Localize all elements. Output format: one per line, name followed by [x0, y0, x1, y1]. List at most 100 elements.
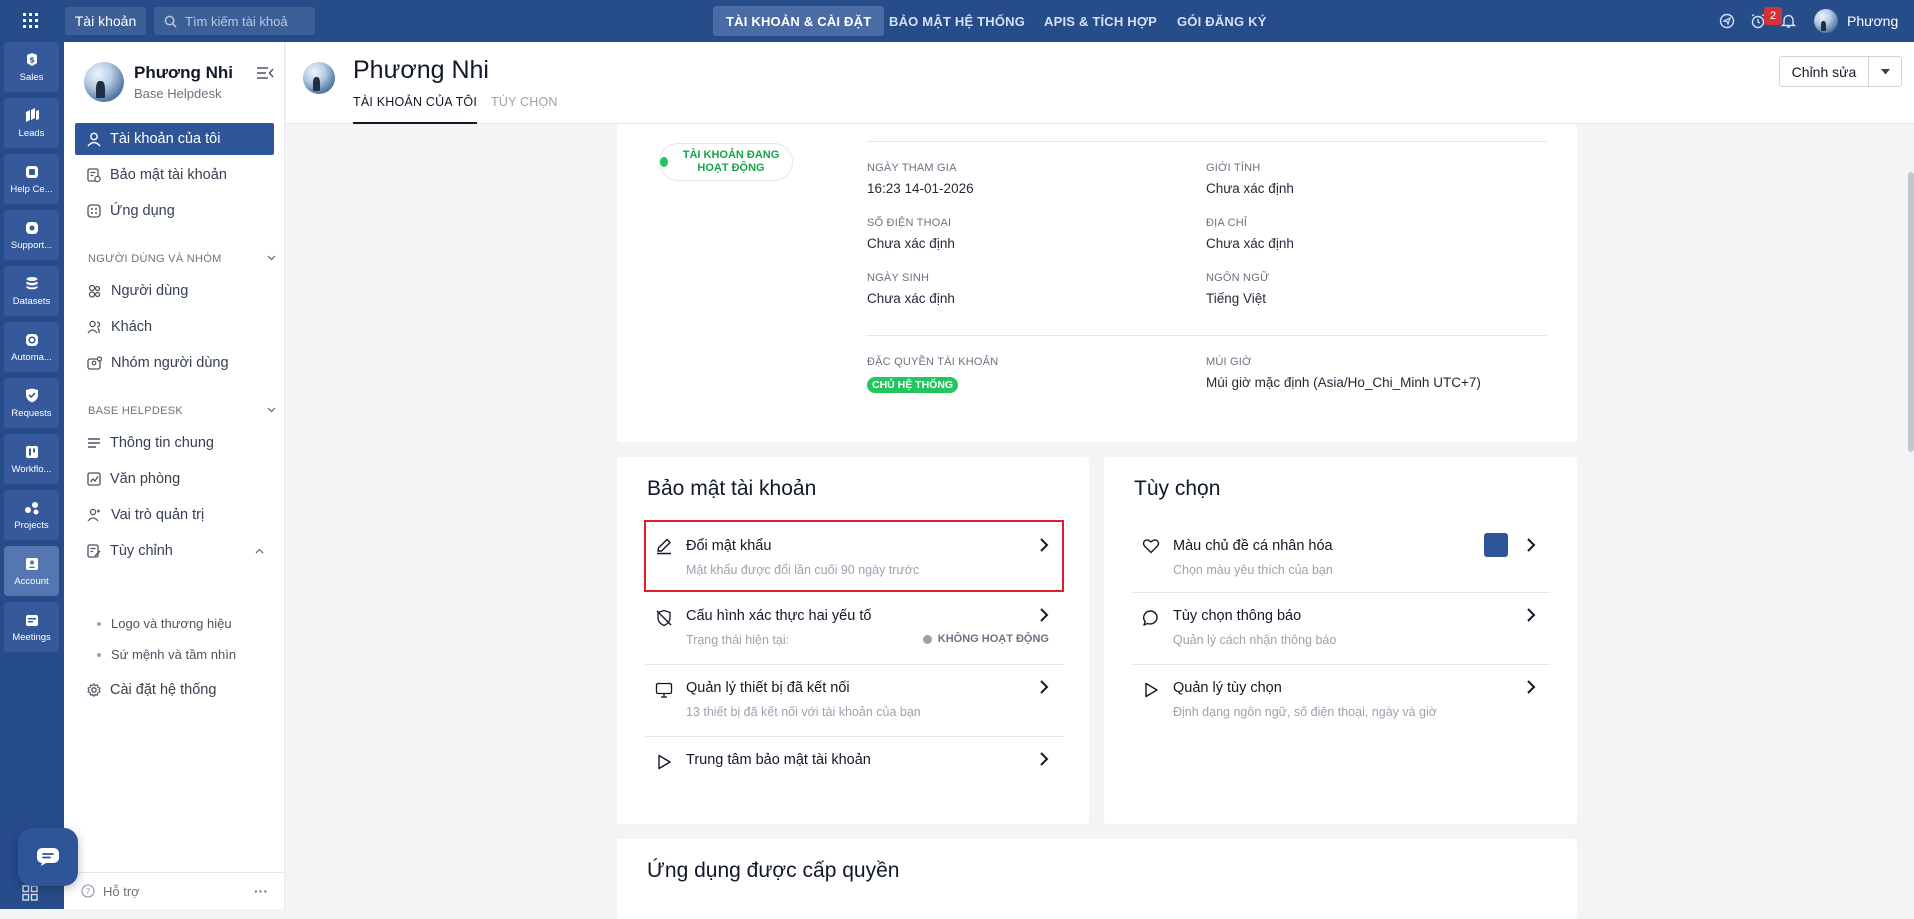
sidebar-item-users[interactable]: Người dùng [75, 275, 274, 307]
app-rail: $ Sales Leads Help Ce... Support... Data… [0, 42, 64, 909]
joined-label: NGÀY THAM GIA [867, 162, 957, 174]
authorized-apps-title: Ứng dụng được cấp quyền [647, 859, 900, 882]
scrollbar-thumb[interactable] [1908, 172, 1914, 452]
collapse-sidebar-icon[interactable] [256, 66, 276, 82]
tab-preferences[interactable]: TÙY CHỌN [491, 95, 558, 124]
settings-sidebar: Phương Nhi Base Helpdesk Tài khoản của t… [64, 42, 285, 909]
row-title: Trung tâm bảo mật tài khoản [686, 752, 871, 768]
customize-icon [87, 544, 101, 558]
nav-system-security[interactable]: BẢO MẬT HỆ THỐNG [876, 6, 1038, 36]
chevron-right-icon [1040, 608, 1049, 622]
security-card-title: Bảo mật tài khoản [647, 477, 817, 500]
two-factor-row[interactable]: Cấu hình xác thực hai yếu tố Trạng thái … [645, 593, 1063, 665]
chevron-down-icon [267, 255, 276, 261]
rail-item-support[interactable]: Support... [4, 210, 59, 260]
rail-item-help-center[interactable]: Help Ce... [4, 154, 59, 204]
page-header: Phương Nhi TÀI KHOẢN CỦA TÔI TÙY CHỌN Ch… [286, 42, 1914, 124]
sidebar-item-general-info[interactable]: Thông tin chung [75, 427, 274, 459]
meetings-icon [23, 612, 41, 628]
chevron-right-icon [1527, 538, 1536, 552]
privilege-label: ĐẶC QUYỀN TÀI KHOẢN [867, 356, 999, 368]
sidebar-item-guests[interactable]: Khách [75, 311, 274, 343]
rail-item-workflow[interactable]: Workflo... [4, 434, 59, 484]
search-box[interactable] [154, 7, 315, 35]
sidebar-item-system-settings[interactable]: Cài đặt hệ thống [75, 674, 274, 706]
tab-my-account[interactable]: TÀI KHOẢN CỦA TÔI [353, 95, 478, 124]
edit-button[interactable]: Chỉnh sửa [1780, 57, 1869, 86]
language-label: NGÔN NGỮ [1206, 272, 1270, 284]
sidebar-user-name: Phương Nhi [134, 63, 233, 82]
apps-icon [87, 204, 101, 218]
database-icon [23, 276, 41, 292]
sidebar-subitem-label: Sứ mệnh và tầm nhìn [111, 647, 237, 662]
sidebar-subitem-logo-branding[interactable]: Logo và thương hiệu [97, 616, 232, 631]
edit-split-button: Chỉnh sửa [1779, 56, 1902, 87]
chat-support-button[interactable] [18, 828, 78, 886]
sidebar-item-office[interactable]: Văn phòng [75, 463, 274, 495]
support-link[interactable]: Hỗ trợ [103, 884, 140, 899]
sidebar-item-admin-roles[interactable]: Vai trò quản trị [75, 499, 274, 531]
dob-label: NGÀY SINH [867, 272, 930, 284]
sidebar-item-apps[interactable]: Ứng dụng [75, 195, 274, 227]
sidebar-footer: ? Hỗ trợ ··· [64, 872, 285, 909]
rail-item-projects[interactable]: Projects [4, 490, 59, 540]
profile-info-card: TÀI KHOẢN ĐANG HOẠT ĐỘNG NGÀY THAM GIA 1… [617, 124, 1577, 442]
rail-label: Projects [14, 519, 49, 531]
bell-icon[interactable] [1781, 0, 1796, 42]
rail-item-account[interactable]: Account [4, 546, 59, 596]
theme-color-swatch[interactable] [1484, 533, 1508, 557]
sidebar-item-my-account[interactable]: Tài khoản của tôi [75, 123, 274, 155]
account-icon [23, 556, 41, 572]
row-title: Quản lý thiết bị đã kết nối [686, 680, 850, 696]
notification-options-row[interactable]: Tùy chọn thông báo Quản lý cách nhận thô… [1132, 593, 1550, 665]
language-value: Tiếng Việt [1206, 291, 1267, 306]
change-password-row[interactable]: Đổi mật khẩu Mật khẩu được đổi lần cuối … [644, 520, 1064, 592]
chevron-right-icon [1040, 752, 1049, 766]
apps-grid-icon[interactable] [14, 8, 48, 34]
sidebar-org-name: Base Helpdesk [134, 86, 222, 101]
rail-item-automation[interactable]: Automa... [4, 322, 59, 372]
sidebar-item-label: Vai trò quản trị [111, 507, 205, 523]
preferences-card-title: Tùy chọn [1134, 477, 1221, 500]
rail-item-leads[interactable]: Leads [4, 98, 59, 148]
section-base-helpdesk[interactable]: BASE HELPDESK [88, 405, 276, 417]
connected-devices-row[interactable]: Quản lý thiết bị đã kết nối 13 thiết bị … [645, 665, 1063, 737]
section-users-groups[interactable]: NGƯỜI DÙNG VÀ NHÓM [88, 253, 276, 265]
sidebar-item-account-security[interactable]: Bảo mật tài khoản [75, 159, 274, 191]
pencil-icon [657, 538, 671, 555]
rail-item-sales[interactable]: $ Sales [4, 42, 59, 92]
page-title: Phương Nhi [353, 56, 489, 84]
theme-color-row[interactable]: Màu chủ đề cá nhân hóa Chọn màu yêu thíc… [1132, 521, 1550, 593]
account-switch-button[interactable]: Tài khoản [65, 7, 146, 35]
user-menu[interactable]: Phương [1814, 0, 1898, 42]
rail-label: Leads [18, 127, 45, 139]
rail-grid-icon[interactable] [22, 885, 38, 906]
main-scrollbar[interactable] [1908, 124, 1914, 909]
play-icon [658, 754, 671, 770]
account-security-card: Bảo mật tài khoản Đổi mật khẩu Mật khẩu … [617, 457, 1089, 824]
sidebar-item-customization[interactable]: Tùy chỉnh [75, 535, 274, 567]
search-input[interactable] [185, 13, 305, 29]
sidebar-subitem-mission-vision[interactable]: Sứ mệnh và tầm nhìn [97, 647, 236, 662]
send-icon[interactable] [1719, 0, 1735, 42]
rail-item-datasets[interactable]: Datasets [4, 266, 59, 316]
sidebar-item-label: Nhóm người dùng [111, 355, 229, 371]
gear-icon [87, 683, 101, 697]
sidebar-item-label: Văn phòng [110, 471, 181, 487]
rail-item-requests[interactable]: Requests [4, 378, 59, 428]
more-options-button[interactable]: ··· [254, 883, 268, 899]
two-factor-status: KHÔNG HOẠT ĐỘNG [923, 633, 1049, 645]
sidebar-item-label: Tùy chỉnh [110, 543, 173, 559]
nav-subscription[interactable]: GÓI ĐĂNG KÝ [1164, 6, 1280, 36]
authorized-apps-card: Ứng dụng được cấp quyền [617, 839, 1577, 919]
rail-item-meetings[interactable]: Meetings [4, 602, 59, 652]
edit-dropdown-toggle[interactable] [1869, 57, 1901, 86]
dob-value: Chưa xác định [867, 291, 955, 306]
rail-label: Sales [19, 71, 44, 83]
chevron-up-icon [255, 548, 264, 553]
nav-account-settings[interactable]: TÀI KHOẢN & CÀI ĐẶT [713, 6, 885, 36]
sidebar-item-user-groups[interactable]: Nhóm người dùng [75, 347, 274, 379]
nav-apis-integrations[interactable]: APIS & TÍCH HỢP [1031, 6, 1170, 36]
security-center-row[interactable]: Trung tâm bảo mật tài khoản [645, 737, 1063, 793]
manage-preferences-row[interactable]: Quản lý tùy chọn Định dạng ngôn ngữ, số … [1132, 665, 1550, 737]
